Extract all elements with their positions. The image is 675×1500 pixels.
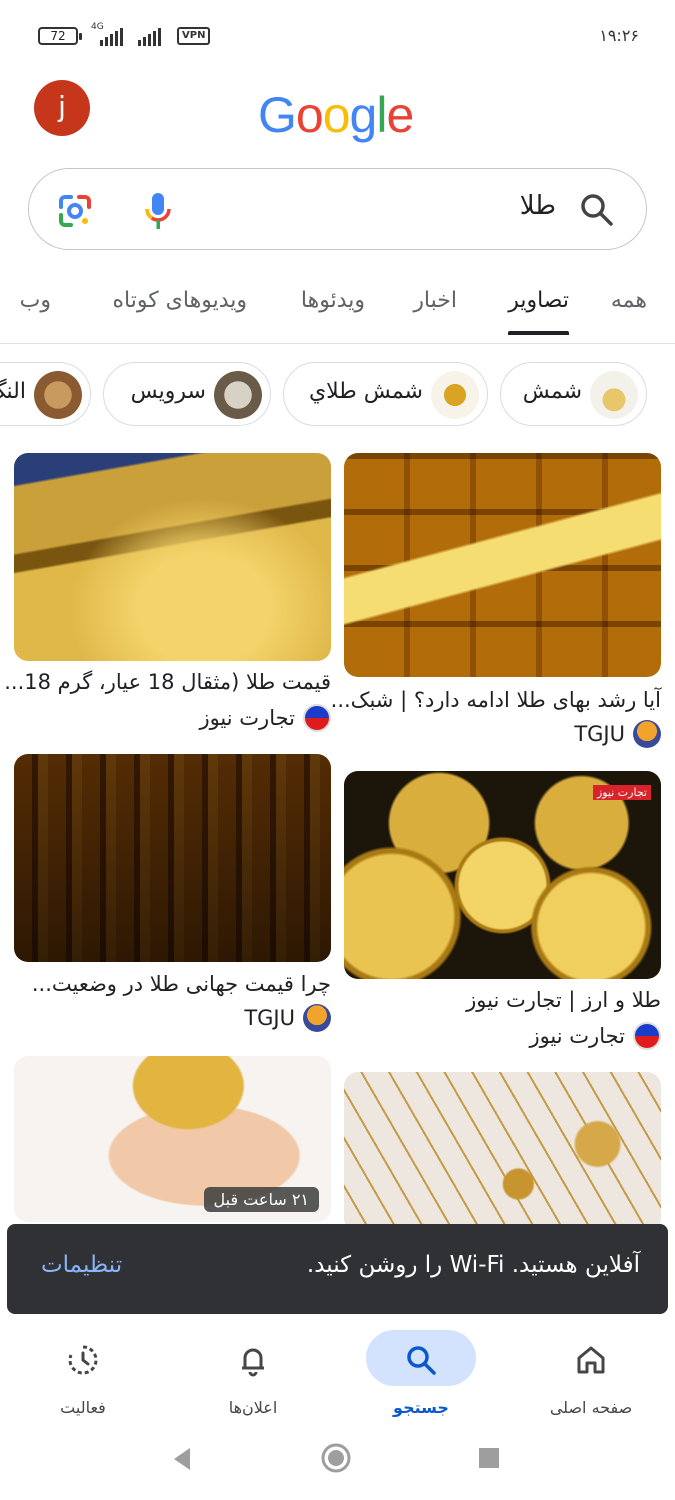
- chip-label: شمش طلاي: [308, 379, 423, 404]
- result-image[interactable]: ۲۱ ساعت قبل: [14, 1056, 331, 1222]
- result-caption[interactable]: طلا و ارز | تجارت نیوز: [466, 988, 661, 1012]
- chip-item[interactable]: شمش طلاي: [283, 362, 488, 426]
- activity-icon: [28, 1330, 138, 1386]
- tab-short-videos[interactable]: ویدیوهای کوتاه: [113, 288, 248, 313]
- result-caption[interactable]: قیمت طلا (مثقال 18 عیار، گرم 18...: [4, 670, 331, 694]
- home-icon: [536, 1330, 646, 1386]
- source-label: تجارت نیوز: [199, 706, 295, 730]
- time-badge: ۲۱ ساعت قبل: [203, 1187, 319, 1212]
- signal-icon: [100, 28, 123, 46]
- result-source[interactable]: TGJU: [574, 720, 661, 748]
- chip-item[interactable]: سرویس: [103, 362, 271, 426]
- result-source[interactable]: تجارت نیوز: [199, 704, 331, 732]
- tejarat-news-icon: [633, 1022, 661, 1050]
- nav-activity[interactable]: فعالیت: [8, 1330, 158, 1417]
- logo-letter: g: [349, 87, 378, 143]
- chip-thumbnail: [431, 371, 479, 419]
- tab-images[interactable]: تصاویر: [508, 288, 569, 335]
- chip-label: سرویس: [130, 379, 206, 404]
- tgju-icon: [303, 1004, 331, 1032]
- search-icon: [366, 1330, 476, 1386]
- tab-all[interactable]: همه: [611, 288, 647, 313]
- nav-label: صفحه اصلی: [549, 1398, 633, 1417]
- nav-label: اعلان‌ها: [228, 1398, 278, 1417]
- search-input[interactable]: طلا: [520, 191, 556, 221]
- result-image[interactable]: تجارت نیوز: [344, 771, 661, 979]
- nav-search[interactable]: جستجو: [346, 1330, 496, 1417]
- logo-letter: o: [295, 87, 324, 143]
- snackbar-message: آفلاین هستید. Wi-Fi را روشن کنید.: [306, 1252, 640, 1278]
- logo-letter: e: [386, 87, 414, 143]
- chip-thumbnail: [590, 371, 638, 419]
- chip-thumbnail: [34, 371, 82, 419]
- chip-label: شمش: [522, 379, 582, 404]
- logo-letter: G: [258, 87, 297, 143]
- source-label: TGJU: [574, 722, 625, 746]
- battery-indicator: 72: [38, 27, 82, 45]
- tgju-icon: [633, 720, 661, 748]
- result-image[interactable]: [344, 453, 661, 677]
- nav-label: فعالیت: [60, 1398, 106, 1417]
- status-time: ۱۹:۲۶: [599, 26, 639, 45]
- nav-home[interactable]: صفحه اصلی: [516, 1330, 666, 1417]
- logo-letter: l: [376, 87, 387, 143]
- tab-web[interactable]: وب: [20, 288, 51, 313]
- google-logo: Google: [258, 86, 414, 144]
- result-image[interactable]: [14, 754, 331, 962]
- recents-icon[interactable]: [478, 1447, 500, 1469]
- search-icon[interactable]: [578, 191, 616, 229]
- chip-item[interactable]: النگ: [0, 362, 91, 426]
- back-icon[interactable]: [170, 1446, 194, 1472]
- search-bar[interactable]: طلا: [28, 168, 647, 250]
- chip-item[interactable]: شمش: [500, 362, 647, 426]
- system-navigation-bar: [0, 1430, 675, 1500]
- chip-label: النگ: [0, 379, 26, 404]
- tab-videos[interactable]: ویدئوها: [301, 288, 365, 313]
- source-label: تجارت نیوز: [529, 1024, 625, 1048]
- google-lens-icon[interactable]: [57, 193, 93, 229]
- logo-letter: o: [322, 87, 351, 143]
- result-source[interactable]: TGJU: [244, 1004, 331, 1032]
- avatar[interactable]: j: [34, 80, 90, 136]
- signal-icon: [138, 28, 161, 46]
- bottom-navigation: صفحه اصلی جستجو اعلان‌ها فعالیت: [0, 1320, 675, 1430]
- result-image[interactable]: [344, 1072, 661, 1232]
- chip-thumbnail: [214, 371, 262, 419]
- nav-notifications[interactable]: اعلان‌ها: [178, 1330, 328, 1417]
- result-image[interactable]: [14, 453, 331, 661]
- nav-label: جستجو: [393, 1398, 449, 1417]
- settings-button[interactable]: تنظیمات: [41, 1252, 122, 1278]
- tejarat-news-icon: [303, 704, 331, 732]
- source-label: TGJU: [244, 1006, 295, 1030]
- search-tabs: همه تصاویر اخبار ویدئوها ویدیوهای کوتاه …: [0, 280, 675, 344]
- image-overlay-logo: تجارت نیوز: [592, 785, 651, 800]
- related-chips: شمش شمش طلاي سرویس النگ: [0, 362, 675, 428]
- result-caption[interactable]: چرا قیمت جهانی طلا در وضعیت...: [32, 972, 331, 996]
- mic-icon[interactable]: [144, 191, 172, 231]
- vpn-badge: VPN: [177, 27, 211, 45]
- bell-icon: [198, 1330, 308, 1386]
- status-bar: 72 4G VPN ۱۹:۲۶: [0, 0, 675, 70]
- tab-news[interactable]: اخبار: [413, 288, 457, 313]
- offline-snackbar: آفلاین هستید. Wi-Fi را روشن کنید. تنظیما…: [7, 1224, 668, 1314]
- home-button-icon[interactable]: [320, 1442, 352, 1474]
- result-source[interactable]: تجارت نیوز: [529, 1022, 661, 1050]
- result-caption[interactable]: آیا رشد بهای طلا ادامه دارد؟ | شبک...: [331, 688, 661, 712]
